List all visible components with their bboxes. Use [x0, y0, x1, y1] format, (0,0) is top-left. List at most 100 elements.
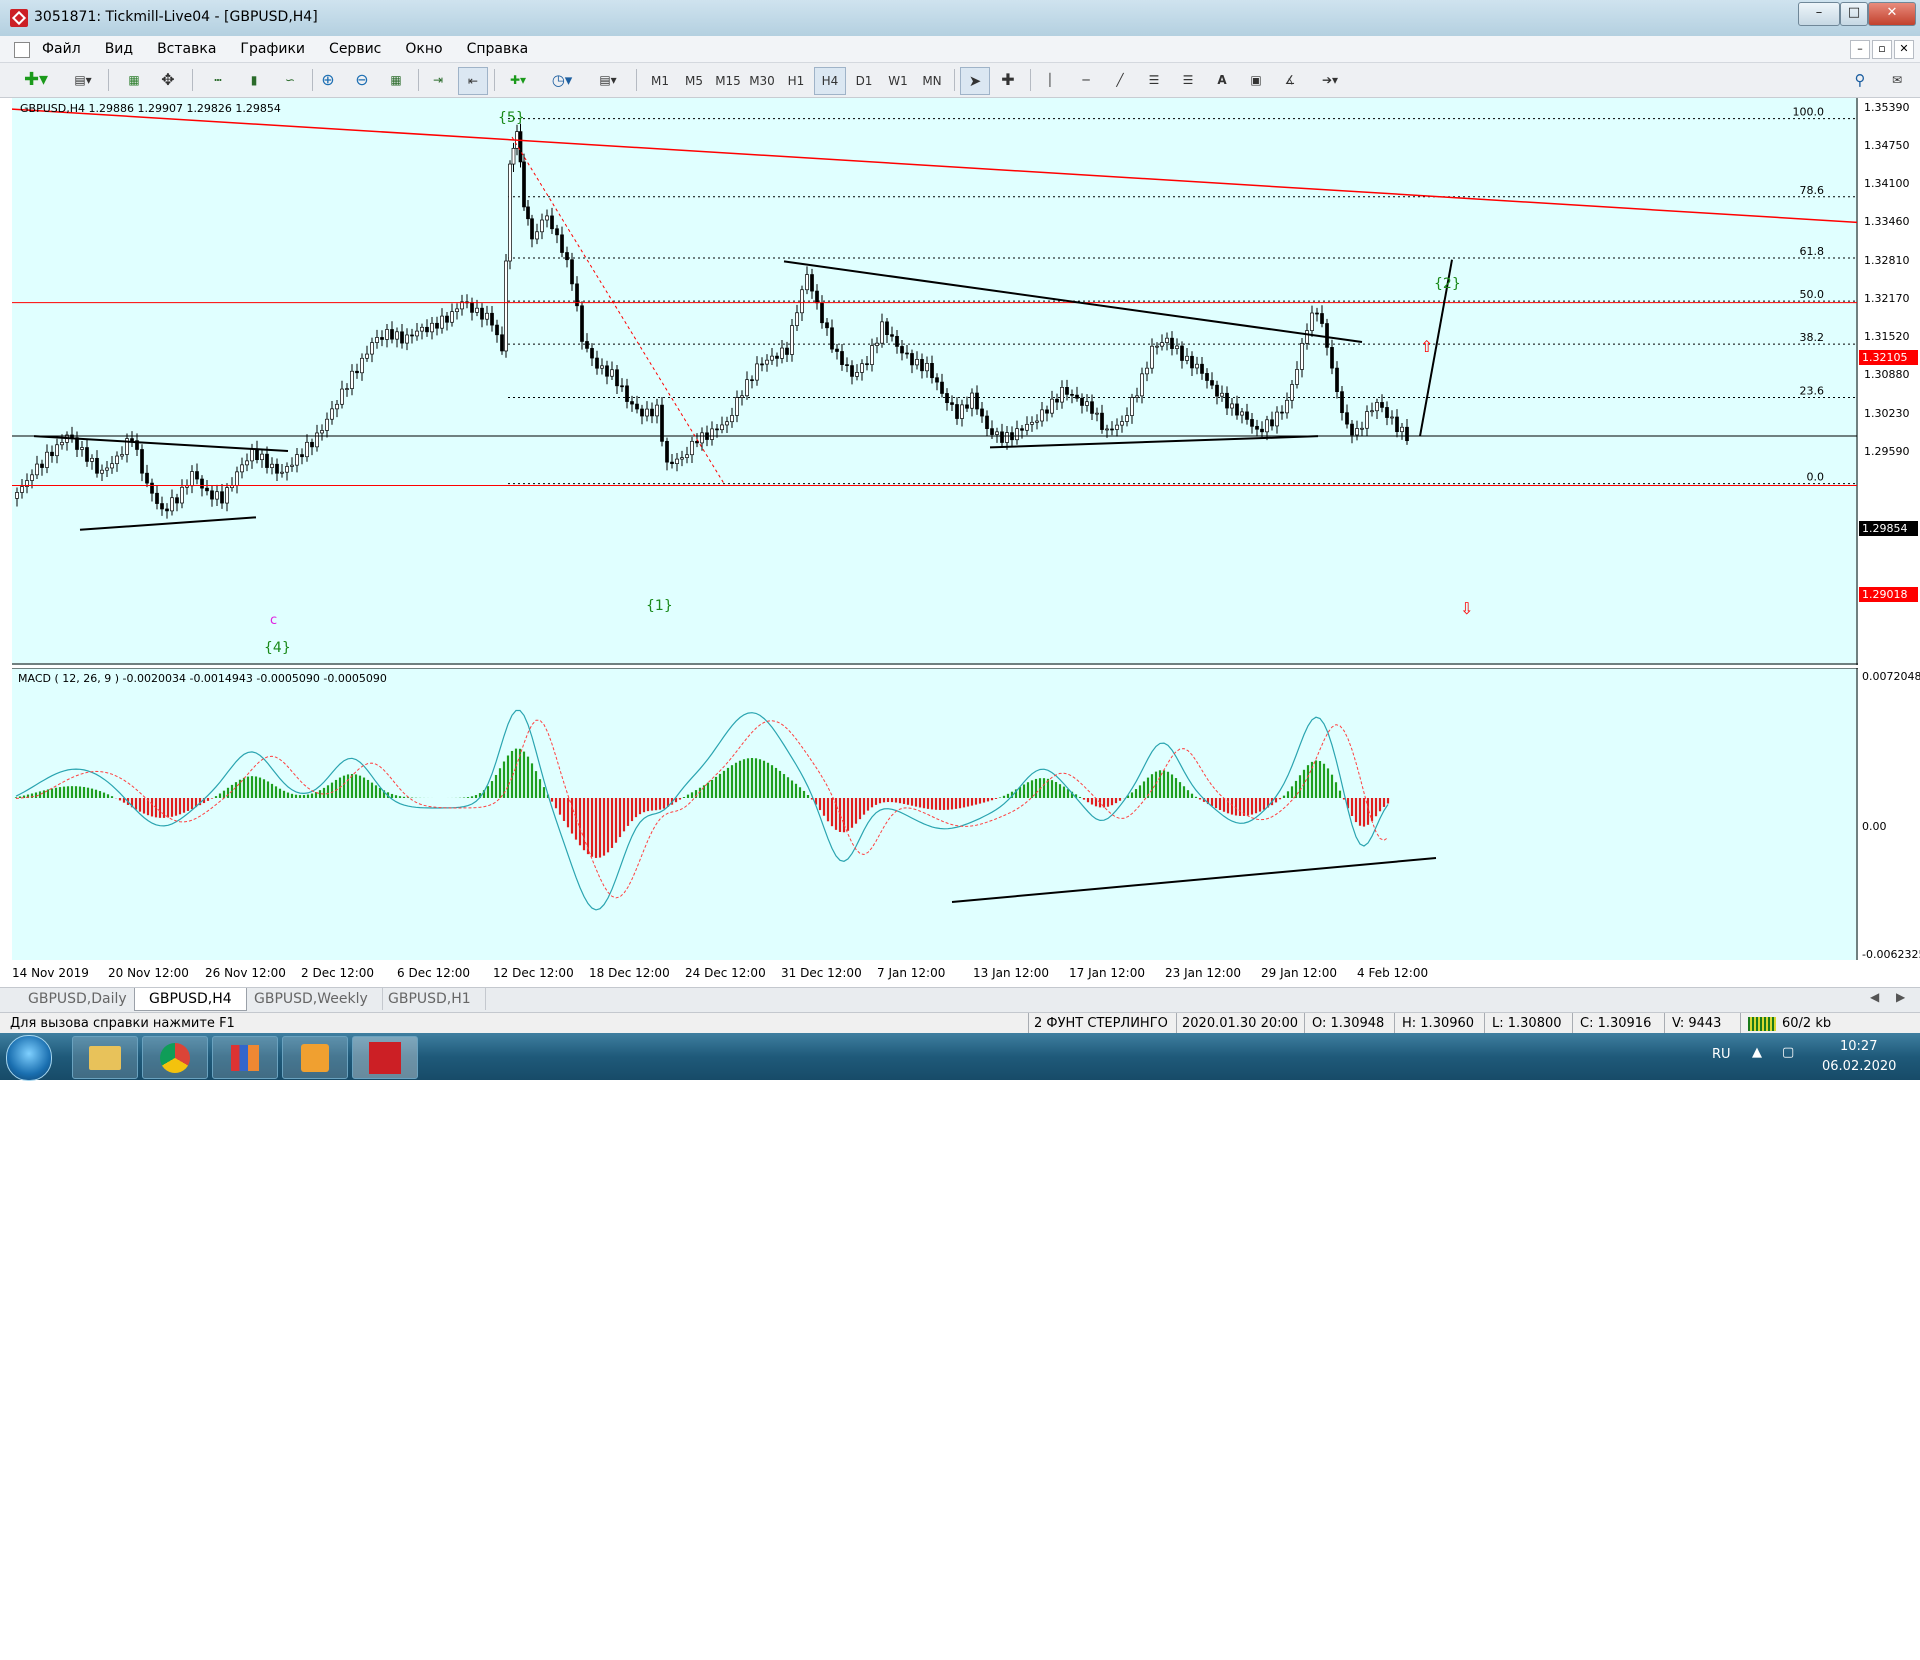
candle-body [1200, 363, 1204, 374]
clock-date[interactable]: 06.02.2020 [1822, 1059, 1896, 1074]
candle-body [40, 463, 44, 468]
taskbar-outlook[interactable] [282, 1036, 348, 1079]
candle-body [500, 334, 504, 352]
candle-body [265, 453, 269, 468]
candle-body [526, 206, 530, 220]
tf-m30-button[interactable]: M30 [746, 67, 778, 95]
candle-body [885, 321, 889, 336]
zoom-out-icon[interactable]: ⊖ [348, 67, 376, 93]
text-icon[interactable]: A [1208, 67, 1236, 93]
date-label: 17 Jan 12:00 [1069, 966, 1145, 980]
candle-body [670, 461, 674, 465]
fibo-fan-icon[interactable]: ∡ [1276, 67, 1304, 93]
zoom-in-icon[interactable]: ⊕ [314, 67, 342, 93]
mdi-minimize-button[interactable]: – [1850, 40, 1870, 59]
candle-body [285, 466, 289, 473]
taskbar-app-chart[interactable] [212, 1036, 278, 1079]
candle-body [935, 377, 939, 383]
periods-clock-icon[interactable]: ◷▾ [544, 67, 580, 93]
taskbar-explorer[interactable] [72, 1036, 138, 1079]
new-chart-icon[interactable]: ✚▾ [16, 67, 56, 93]
price-chart-background [12, 98, 1858, 665]
menu-help[interactable]: Справка [455, 36, 541, 62]
tab-gbpusd-weekly[interactable]: GBPUSD,Weekly [240, 988, 383, 1010]
macd-panel[interactable]: MACD ( 12, 26, 9 ) -0.0020034 -0.0014943… [12, 668, 1858, 960]
minimize-button[interactable]: – [1798, 2, 1840, 26]
tray-expand-icon[interactable]: ▲ [1752, 1045, 1762, 1060]
vertical-line-icon[interactable]: │ [1036, 67, 1064, 93]
candle-body [740, 395, 744, 398]
horizontal-line-icon[interactable]: ─ [1072, 67, 1100, 93]
clock-time[interactable]: 10:27 [1840, 1039, 1877, 1054]
tf-m5-button[interactable]: M5 [678, 67, 710, 95]
candle-body [170, 497, 174, 512]
tf-h1-button[interactable]: H1 [780, 67, 812, 95]
connection-status-icon [1748, 1017, 1776, 1031]
candle-body [1355, 428, 1359, 436]
candle-body [1390, 416, 1394, 419]
tf-mn-button[interactable]: MN [916, 67, 948, 95]
tab-gbpusd-daily[interactable]: GBPUSD,Daily [14, 988, 142, 1010]
mdi-close-button[interactable]: ✕ [1894, 40, 1914, 59]
language-indicator[interactable]: RU [1712, 1047, 1731, 1062]
candle-body [940, 381, 944, 394]
candle-body [800, 289, 804, 314]
candle-body [825, 322, 829, 329]
tab-gbpusd-h1[interactable]: GBPUSD,H1 [374, 988, 486, 1010]
status-volume: V: 9443 [1672, 1016, 1722, 1031]
text-label-icon[interactable]: ▣ [1242, 67, 1270, 93]
candle-body [1000, 431, 1004, 443]
candle-body [1380, 402, 1384, 408]
candle-body [1150, 345, 1154, 369]
candlestick-icon[interactable]: ▮ [240, 67, 268, 93]
menu-insert[interactable]: Вставка [145, 36, 228, 62]
taskbar-chrome[interactable] [142, 1036, 208, 1079]
bar-chart-icon[interactable]: ┅ [204, 67, 232, 93]
mdi-restore-button[interactable]: ▫ [1872, 40, 1892, 59]
candle-body [835, 348, 839, 352]
candle-body [235, 471, 239, 486]
candle-body [1215, 384, 1219, 397]
templates-icon[interactable]: ▤▾ [590, 67, 626, 93]
network-icon[interactable]: ▢ [1782, 1045, 1794, 1060]
tab-gbpusd-h4[interactable]: GBPUSD,H4 [134, 988, 247, 1011]
search-icon[interactable]: ⚲ [1848, 67, 1872, 93]
menu-charts[interactable]: Графики [228, 36, 317, 62]
tf-m15-button[interactable]: M15 [712, 67, 744, 95]
menu-file[interactable]: Файл [30, 36, 93, 62]
candle-body [1250, 419, 1254, 427]
navigator-icon[interactable]: ✥ [154, 67, 182, 93]
tf-h4-button[interactable]: H4 [814, 67, 846, 95]
arrows-icon[interactable]: ➔▾ [1310, 67, 1350, 93]
candle-body [1235, 403, 1239, 416]
close-button[interactable]: ✕ [1868, 2, 1916, 26]
equidistant-channel-icon[interactable]: ☰ [1140, 67, 1168, 93]
crosshair-icon[interactable]: ✚ [994, 67, 1022, 93]
menu-tools[interactable]: Сервис [317, 36, 393, 62]
indicators-icon[interactable]: ✚▾ [500, 67, 536, 93]
tab-scroll-left-icon[interactable]: ◀ [1870, 990, 1879, 1004]
tf-m1-button[interactable]: M1 [644, 67, 676, 95]
market-watch-icon[interactable]: ▦ [120, 67, 148, 93]
trendline-icon[interactable]: ╱ [1106, 67, 1134, 93]
start-button[interactable] [6, 1035, 52, 1081]
candle-body [325, 418, 329, 431]
auto-scroll-icon[interactable]: ⇥ [424, 67, 452, 93]
candle-body [1120, 421, 1124, 426]
tf-d1-button[interactable]: D1 [848, 67, 880, 95]
chart-shift-icon[interactable]: ⇤ [458, 67, 488, 95]
taskbar-metatrader[interactable] [352, 1036, 418, 1079]
menu-window[interactable]: Окно [393, 36, 454, 62]
maximize-button[interactable]: □ [1840, 2, 1868, 26]
fibonacci-icon[interactable]: ☰ [1174, 67, 1202, 93]
price-chart[interactable]: 100.0 78.6 61.8 50.0 38.2 23.6 0.0 GBPUSD,H4 1… [12, 98, 1858, 665]
menu-view[interactable]: Вид [93, 36, 145, 62]
tab-scroll-right-icon[interactable]: ▶ [1896, 990, 1905, 1004]
candle-body [1305, 330, 1309, 344]
line-chart-icon[interactable]: ∽ [276, 67, 304, 93]
chat-icon[interactable]: ✉ [1882, 67, 1912, 93]
cursor-icon[interactable]: ➤ [960, 67, 990, 95]
profiles-icon[interactable]: ▤▾ [64, 67, 102, 93]
tile-windows-icon[interactable]: ▦ [382, 67, 410, 93]
tf-w1-button[interactable]: W1 [882, 67, 914, 95]
